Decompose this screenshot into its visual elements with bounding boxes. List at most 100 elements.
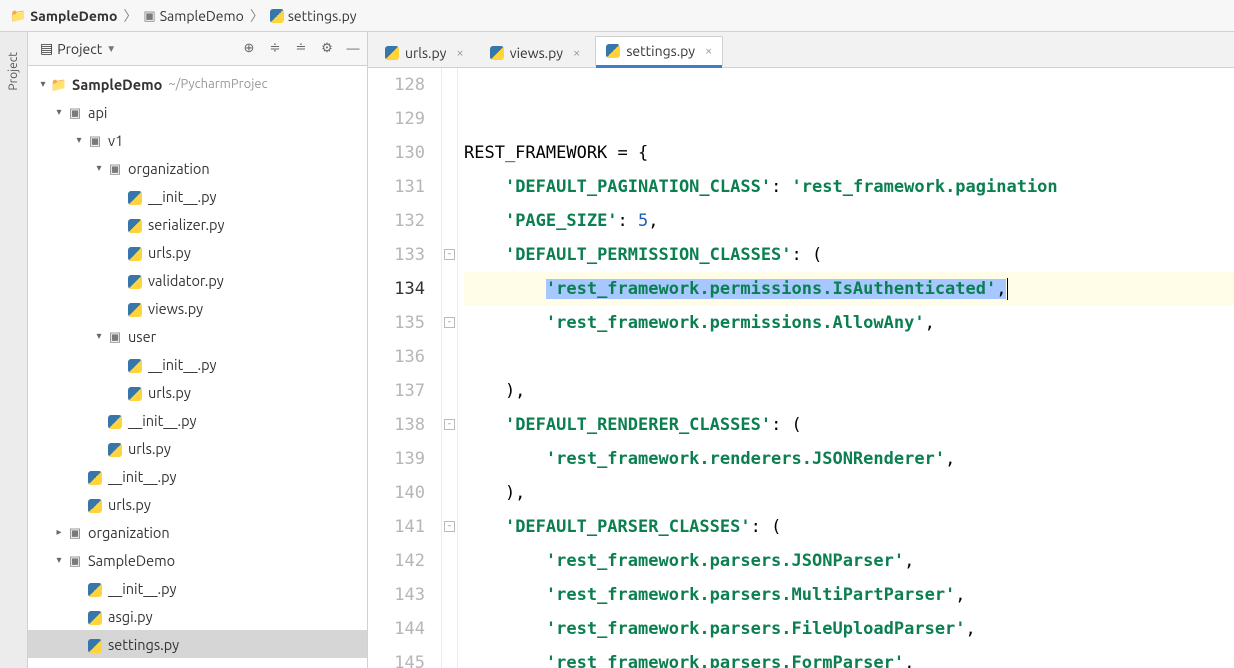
- project-tree[interactable]: ▾SampleDemo~/PycharmProjec▾api▾v1▾organi…: [28, 66, 367, 668]
- line-number[interactable]: 131: [368, 170, 425, 204]
- breadcrumb-item[interactable]: settings.py: [270, 8, 357, 24]
- code-line[interactable]: 'DEFAULT_PAGINATION_CLASS': 'rest_framew…: [464, 170, 1234, 204]
- editor-tab[interactable]: urls.py×: [374, 38, 475, 67]
- breadcrumb-item[interactable]: SampleDemo: [143, 7, 243, 24]
- code-line[interactable]: 'DEFAULT_PERMISSION_CLASSES': (: [464, 238, 1234, 272]
- line-number[interactable]: 137: [368, 374, 425, 408]
- line-number[interactable]: 138: [368, 408, 425, 442]
- line-number[interactable]: 142: [368, 544, 425, 578]
- tree-item[interactable]: urls.py: [28, 378, 367, 406]
- line-number[interactable]: 144: [368, 612, 425, 646]
- tree-item-label: __init__.py: [148, 188, 217, 205]
- tree-item[interactable]: __init__.py: [28, 406, 367, 434]
- close-icon[interactable]: ×: [573, 46, 580, 60]
- code-line[interactable]: 'PAGE_SIZE': 5,: [464, 204, 1234, 238]
- expand-all-icon[interactable]: ≑: [267, 41, 283, 57]
- close-icon[interactable]: ×: [456, 46, 463, 60]
- tree-item[interactable]: validator.py: [28, 266, 367, 294]
- tree-item[interactable]: __init__.py: [28, 462, 367, 490]
- tree-item[interactable]: __init__.py: [28, 574, 367, 602]
- code-line[interactable]: [464, 68, 1234, 102]
- code-area[interactable]: REST_FRAMEWORK = { 'DEFAULT_PAGINATION_C…: [458, 68, 1234, 668]
- editor-tab[interactable]: views.py×: [479, 38, 592, 67]
- code-line[interactable]: 'rest_framework.renderers.JSONRenderer',: [464, 442, 1234, 476]
- tree-item[interactable]: __init__.py: [28, 182, 367, 210]
- tree-item[interactable]: ▾api: [28, 98, 367, 126]
- code-token: : (: [751, 517, 782, 537]
- chevron-down-icon[interactable]: ▾: [36, 78, 50, 90]
- chevron-down-icon[interactable]: ▾: [92, 162, 106, 174]
- chevron-down-icon[interactable]: ▾: [52, 554, 66, 566]
- line-number[interactable]: 134: [368, 272, 425, 306]
- code-editor[interactable]: 1281291301311321331341351361371381391401…: [368, 68, 1234, 668]
- collapse-all-icon[interactable]: ≐: [293, 41, 309, 57]
- tree-item-label: asgi.py: [108, 608, 153, 625]
- project-tool-button[interactable]: Project: [7, 52, 20, 91]
- line-number[interactable]: 133: [368, 238, 425, 272]
- sidebar-title[interactable]: ▤ Project ▼: [34, 38, 122, 59]
- gear-icon[interactable]: ⚙: [319, 41, 335, 57]
- line-number[interactable]: 132: [368, 204, 425, 238]
- tree-item[interactable]: ▾v1: [28, 126, 367, 154]
- line-number[interactable]: 128: [368, 68, 425, 102]
- close-icon[interactable]: ×: [705, 44, 712, 58]
- tree-item[interactable]: ▾organization: [28, 154, 367, 182]
- editor-tab[interactable]: settings.py×: [595, 36, 723, 67]
- code-line[interactable]: 'rest_framework.parsers.JSONParser',: [464, 544, 1234, 578]
- breadcrumb-item[interactable]: SampleDemo: [10, 7, 117, 24]
- line-number[interactable]: 143: [368, 578, 425, 612]
- tree-item[interactable]: serializer.py: [28, 210, 367, 238]
- tree-item[interactable]: ▾user: [28, 322, 367, 350]
- line-number[interactable]: 141: [368, 510, 425, 544]
- code-token: ,: [648, 211, 658, 231]
- chevron-down-icon[interactable]: ▾: [72, 134, 86, 146]
- chevron-down-icon[interactable]: ▾: [52, 106, 66, 118]
- line-number[interactable]: 135: [368, 306, 425, 340]
- tree-item[interactable]: asgi.py: [28, 602, 367, 630]
- tree-item[interactable]: urls.py: [28, 434, 367, 462]
- code-line[interactable]: [464, 102, 1234, 136]
- code-line[interactable]: 'rest_framework.parsers.MultiPartParser'…: [464, 578, 1234, 612]
- code-token: ,: [996, 279, 1006, 299]
- tree-item[interactable]: ▸organization: [28, 518, 367, 546]
- tree-item[interactable]: urls.py: [28, 490, 367, 518]
- code-line[interactable]: ),: [464, 374, 1234, 408]
- line-number[interactable]: 136: [368, 340, 425, 374]
- code-line[interactable]: REST_FRAMEWORK = {: [464, 136, 1234, 170]
- code-line[interactable]: 'DEFAULT_RENDERER_CLASSES': (: [464, 408, 1234, 442]
- code-line[interactable]: 'rest_framework.permissions.IsAuthentica…: [464, 272, 1234, 306]
- tree-item[interactable]: ▾SampleDemo: [28, 546, 367, 574]
- code-line[interactable]: ),: [464, 476, 1234, 510]
- line-number-gutter[interactable]: 1281291301311321331341351361371381391401…: [368, 68, 442, 668]
- code-line[interactable]: 'rest_framework.parsers.FileUploadParser…: [464, 612, 1234, 646]
- tree-item[interactable]: views.py: [28, 294, 367, 322]
- folder-icon: [50, 75, 68, 93]
- fold-gutter[interactable]: - - - -: [442, 68, 458, 668]
- code-line[interactable]: [464, 340, 1234, 374]
- chevron-down-icon[interactable]: ▾: [92, 330, 106, 342]
- fold-toggle-icon[interactable]: -: [444, 521, 455, 532]
- line-number[interactable]: 129: [368, 102, 425, 136]
- chevron-right-icon[interactable]: ▸: [52, 526, 66, 538]
- code-token: [464, 313, 546, 333]
- code-token: [464, 585, 546, 605]
- fold-toggle-icon[interactable]: -: [444, 249, 455, 260]
- python-file-icon: [86, 467, 104, 484]
- tree-item[interactable]: urls.py: [28, 238, 367, 266]
- fold-toggle-icon[interactable]: -: [444, 317, 455, 328]
- locate-icon[interactable]: ⊕: [241, 41, 257, 57]
- code-line[interactable]: 'DEFAULT_PARSER_CLASSES': (: [464, 510, 1234, 544]
- code-line[interactable]: 'rest_framework.permissions.AllowAny',: [464, 306, 1234, 340]
- fold-toggle-icon[interactable]: -: [444, 419, 455, 430]
- tree-item[interactable]: settings.py: [28, 630, 367, 658]
- tree-item[interactable]: ▾SampleDemo~/PycharmProjec: [28, 70, 367, 98]
- breadcrumb: SampleDemo〉SampleDemo〉settings.py: [0, 0, 1234, 32]
- line-number[interactable]: 130: [368, 136, 425, 170]
- line-number[interactable]: 145: [368, 646, 425, 668]
- tool-window-bar-left[interactable]: Project: [0, 32, 28, 668]
- tree-item[interactable]: __init__.py: [28, 350, 367, 378]
- hide-icon[interactable]: —: [345, 41, 361, 57]
- line-number[interactable]: 140: [368, 476, 425, 510]
- line-number[interactable]: 139: [368, 442, 425, 476]
- code-line[interactable]: 'rest_framework.parsers.FormParser',: [464, 646, 1234, 668]
